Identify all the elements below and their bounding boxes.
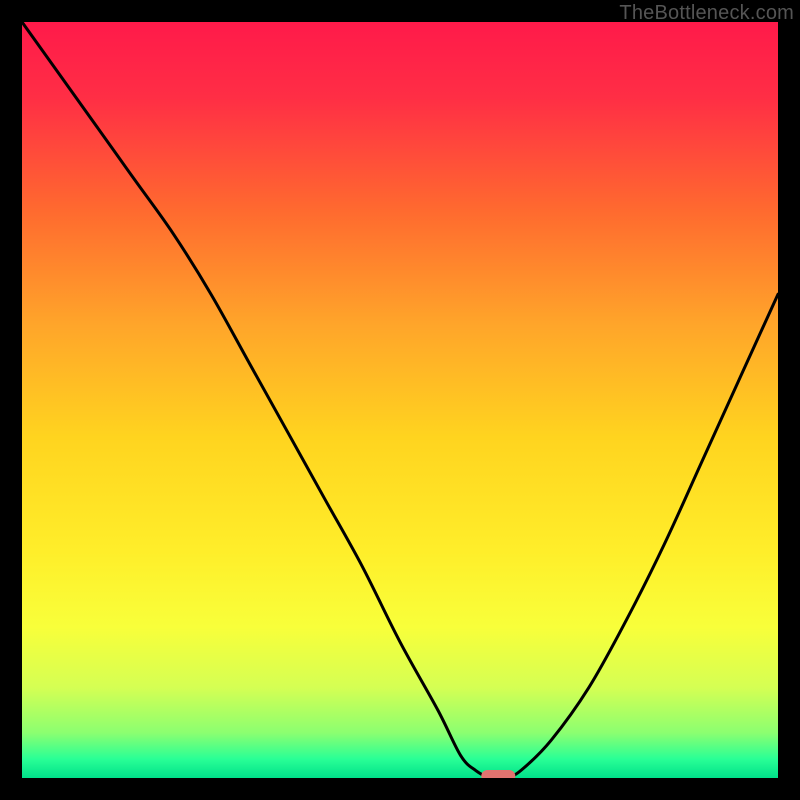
minimum-marker	[481, 770, 515, 778]
bottleneck-chart	[22, 22, 778, 778]
plot-area	[22, 22, 778, 778]
chart-frame: TheBottleneck.com	[0, 0, 800, 800]
gradient-background	[22, 22, 778, 778]
